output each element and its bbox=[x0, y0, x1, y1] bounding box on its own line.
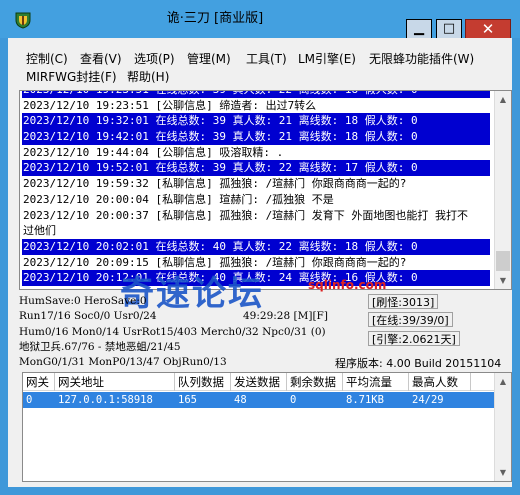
log-lines: 2023/12/10 19:23:51 在线总数: 39 真人数: 22 离线数… bbox=[22, 91, 490, 286]
col-gateway[interactable]: 网关 bbox=[23, 373, 55, 391]
col-send-data[interactable]: 发送数据 bbox=[231, 373, 287, 391]
cell-queue: 165 bbox=[178, 394, 197, 406]
log-panel[interactable]: 2023/12/10 19:23:51 在线总数: 39 真人数: 22 离线数… bbox=[19, 90, 512, 290]
log-line: 2023/12/10 20:02:01 在线总数: 40 真人数: 22 离线数… bbox=[22, 238, 490, 255]
status-run: Run17/16 Soc0/0 Usr0/24 bbox=[19, 310, 157, 322]
log-line: 2023/12/10 19:23:51 在线总数: 39 真人数: 22 离线数… bbox=[22, 91, 490, 98]
window-title: 诡·三刀 [商业版] bbox=[166, 11, 264, 26]
menu-view[interactable]: 查看(V) bbox=[78, 50, 124, 68]
menu-options[interactable]: 选项(P) bbox=[132, 50, 177, 68]
log-line: 2023/12/10 20:00:37 [私聊信息] 孤独狼: /瑄赫门 发育下… bbox=[23, 208, 469, 222]
log-line: 2023/12/10 19:42:01 在线总数: 39 真人数: 21 离线数… bbox=[22, 129, 490, 145]
online-count: [在线:39/39/0] bbox=[368, 312, 453, 327]
col-remain-data[interactable]: 剩余数据 bbox=[287, 373, 343, 391]
log-line: 2023/12/10 19:32:01 在线总数: 39 真人数: 21 离线数… bbox=[22, 113, 490, 130]
maximize-button[interactable]: □ bbox=[436, 19, 462, 39]
refresh-monster-count: [刷怪:3013] bbox=[368, 294, 439, 309]
status-map: 地狱卫兵.67/76 - 禁地恶蛆/21/45 bbox=[19, 341, 181, 353]
app-window: 诡·三刀 [商业版] ▁ □ ✕ 控制(C) 查看(V) 选项(P) 管理(M)… bbox=[0, 0, 520, 495]
table-scrollbar[interactable]: ▲ ▼ bbox=[494, 373, 511, 481]
status-hum: Hum0/16 Mon0/14 UsrRot15/403 Merch0/32 N… bbox=[19, 326, 326, 338]
cell-gateway: 0 bbox=[26, 394, 33, 406]
log-line: 2023/12/10 19:44:04 [公聊信息] 吸溶取精: . bbox=[23, 145, 284, 159]
close-icon: ✕ bbox=[481, 20, 495, 38]
cell-address: 127.0.0.1:58918 bbox=[58, 394, 153, 406]
status-uptime: 49:29:28 [M][F] bbox=[243, 310, 328, 322]
menu-plugins[interactable]: 无限蜂功能插件(W) bbox=[367, 50, 476, 68]
maximize-icon: □ bbox=[442, 21, 456, 36]
log-line: 2023/12/10 20:12:01 在线总数: 40 真人数: 24 离线数… bbox=[22, 270, 490, 286]
col-avg-traffic[interactable]: 平均流量 bbox=[343, 373, 409, 391]
title-bar[interactable]: 诡·三刀 [商业版] ▁ □ ✕ bbox=[0, 0, 520, 39]
log-line: 过他们 bbox=[23, 224, 56, 238]
engine-days: [引擎:2.0621天] bbox=[368, 331, 460, 346]
cell-avg: 8.71KB bbox=[346, 394, 384, 406]
log-line: 2023/12/10 19:59:32 [私聊信息] 孤独狼: /瑄赫门 你跟商… bbox=[23, 177, 407, 191]
menu-help[interactable]: 帮助(H) bbox=[125, 68, 171, 86]
menu-anticheat[interactable]: MIRFWG封挂(F) bbox=[24, 68, 119, 86]
menu-control[interactable]: 控制(C) bbox=[24, 50, 70, 68]
client-area: 控制(C) 查看(V) 选项(P) 管理(M) 工具(T) LM引擎(E) 无限… bbox=[8, 38, 512, 487]
cell-remain: 0 bbox=[290, 394, 297, 406]
minimize-button[interactable]: ▁ bbox=[406, 19, 432, 39]
table-row[interactable]: 0 127.0.0.1:58918 165 48 0 8.71KB 24/29 bbox=[23, 392, 495, 408]
col-queue-data[interactable]: 队列数据 bbox=[175, 373, 231, 391]
gateway-table[interactable]: 网关 网关地址 队列数据 发送数据 剩余数据 平均流量 最高人数 0 127.0… bbox=[22, 372, 512, 482]
scroll-thumb[interactable] bbox=[496, 251, 510, 271]
table-header: 网关 网关地址 队列数据 发送数据 剩余数据 平均流量 最高人数 bbox=[23, 373, 495, 391]
log-line: 2023/12/10 19:23:51 [公聊信息] 缔造者: 出过7转么 bbox=[23, 98, 317, 112]
status-save: HumSave:0 HeroSave:0 bbox=[19, 295, 147, 307]
cell-max: 24/29 bbox=[412, 394, 444, 406]
menu-bar: 控制(C) 查看(V) 选项(P) 管理(M) 工具(T) LM引擎(E) 无限… bbox=[8, 38, 512, 90]
program-version: 程序版本: 4.00 Build 20151104 bbox=[335, 357, 502, 370]
menu-lm-engine[interactable]: LM引擎(E) bbox=[296, 50, 358, 68]
log-line: 2023/12/10 19:52:01 在线总数: 39 真人数: 22 离线数… bbox=[22, 160, 490, 177]
log-scrollbar[interactable]: ▲ ▼ bbox=[494, 91, 511, 289]
minimize-icon: ▁ bbox=[414, 21, 424, 36]
col-gateway-address[interactable]: 网关地址 bbox=[55, 373, 175, 391]
scroll-up-icon[interactable]: ▲ bbox=[495, 91, 511, 108]
close-button[interactable]: ✕ bbox=[465, 19, 511, 39]
status-mon: MonG0/1/31 MonP0/13/47 ObjRun0/13 bbox=[19, 356, 227, 368]
table-scroll-up-icon[interactable]: ▲ bbox=[495, 373, 511, 390]
log-line: 2023/12/10 20:09:15 [私聊信息] 孤独狼: /瑄赫门 你跟商… bbox=[23, 255, 407, 269]
col-max-users[interactable]: 最高人数 bbox=[409, 373, 471, 391]
scroll-down-icon[interactable]: ▼ bbox=[495, 272, 511, 289]
log-line: 2023/12/10 20:00:04 [私聊信息] 瑄赫门: /孤独狼 不是 bbox=[23, 192, 334, 206]
table-scroll-down-icon[interactable]: ▼ bbox=[495, 464, 511, 481]
cell-send: 48 bbox=[234, 394, 247, 406]
menu-manage[interactable]: 管理(M) bbox=[185, 50, 233, 68]
menu-tools[interactable]: 工具(T) bbox=[244, 50, 289, 68]
